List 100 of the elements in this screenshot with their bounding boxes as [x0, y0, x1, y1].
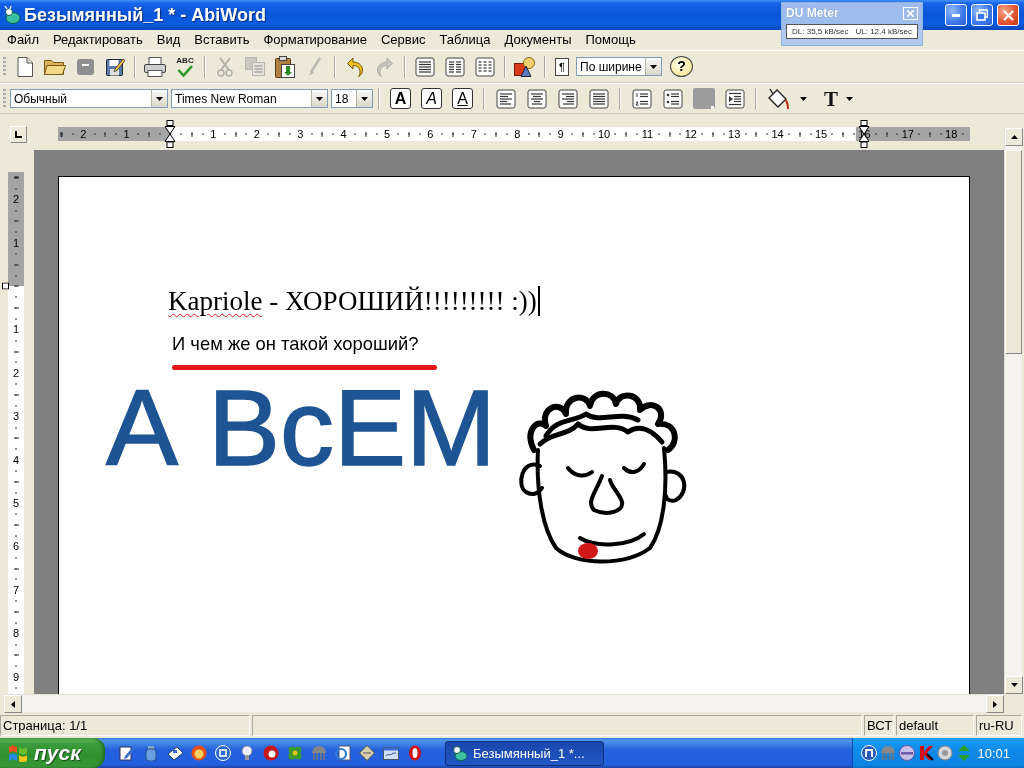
align-left-button[interactable]	[494, 86, 517, 111]
menu-item[interactable]: Вид	[149, 31, 188, 49]
dropdown-button[interactable]	[311, 90, 327, 107]
ruler-number: 1	[121, 127, 132, 141]
bulleted-list-icon	[662, 88, 683, 109]
ruler-number: 8	[512, 127, 523, 141]
page-status: Страница: 1/1	[0, 715, 250, 736]
ruler-number: 4	[338, 127, 349, 141]
quick-launch-button[interactable]	[334, 744, 351, 762]
ruler-number: 3	[295, 127, 306, 141]
two-columns-icon	[445, 56, 465, 77]
dropdown-button[interactable]	[645, 58, 661, 75]
ruler-number: 5	[381, 127, 393, 141]
insert-image-button[interactable]	[513, 54, 537, 79]
bold-button[interactable]: A	[390, 88, 411, 109]
tile-icon	[76, 58, 94, 75]
angled-mark-icon	[918, 745, 934, 761]
document-question: И чем же он такой хороший?	[172, 333, 420, 355]
insert-mode-status: ВСТ	[864, 715, 894, 736]
scroll-thumb[interactable]	[1005, 150, 1022, 354]
increase-indent-button[interactable]	[723, 86, 746, 111]
ruler-number: 13	[726, 127, 743, 141]
align-right-button[interactable]	[556, 86, 579, 111]
menu-item[interactable]: Форматирование	[256, 31, 374, 49]
widget-title: DU Meter	[786, 6, 839, 20]
three-columns-button[interactable]	[473, 54, 497, 79]
scissors-icon	[217, 56, 233, 77]
menu-item[interactable]: Вставить	[187, 31, 257, 49]
paste-button[interactable]	[273, 54, 297, 79]
diamond-icon	[358, 745, 375, 761]
tab-stop-button[interactable]	[10, 125, 27, 143]
quick-launch-button[interactable]	[238, 744, 255, 762]
paint-bucket-icon	[766, 87, 791, 110]
tab-stop-icon	[15, 130, 22, 138]
one-column-button[interactable]	[413, 54, 437, 79]
ruler-number: 15	[812, 127, 830, 141]
menu-item[interactable]: Документы	[497, 31, 579, 49]
horizontal-scrollbar[interactable]	[4, 694, 1004, 712]
quick-launch-button[interactable]	[262, 744, 279, 762]
dropdown-button[interactable]	[356, 90, 372, 107]
quick-launch-button[interactable]	[166, 744, 183, 762]
spellcheck-button[interactable]: ABC	[173, 54, 197, 79]
numbered-list-icon	[631, 88, 652, 109]
quick-launch-button[interactable]	[382, 744, 399, 762]
ruler-number: 14	[769, 127, 786, 141]
circle-icon	[861, 745, 877, 761]
menu-item[interactable]: Файл	[0, 31, 46, 49]
text-color-button[interactable]: T	[821, 86, 841, 111]
one-column-icon	[415, 56, 435, 77]
justify-button[interactable]	[587, 86, 610, 111]
quick-launch-button[interactable]	[118, 744, 135, 762]
style-select[interactable]: Обычный	[10, 89, 168, 108]
scroll-up-button[interactable]	[1005, 128, 1023, 146]
menu-item[interactable]: Помощь	[578, 31, 643, 49]
two-columns-button[interactable]	[443, 54, 467, 79]
undo-arrow-icon	[347, 56, 363, 77]
grip-icon[interactable]	[3, 88, 6, 109]
flag-icon	[8, 744, 28, 762]
italic-button[interactable]: A	[421, 88, 442, 109]
ring-icon	[406, 745, 423, 761]
scroll-right-button[interactable]	[986, 695, 1004, 713]
start-button[interactable]: пуск	[0, 738, 105, 768]
menu-item[interactable]: Сервис	[374, 31, 433, 49]
underline-button[interactable]: A	[452, 88, 473, 109]
dropdown-button[interactable]	[151, 90, 167, 107]
three-columns-icon	[475, 56, 495, 77]
scroll-left-button[interactable]	[4, 695, 22, 713]
menu-item[interactable]: Таблица	[432, 31, 498, 49]
minimize-button[interactable]	[945, 4, 967, 26]
floppy-pencil-icon	[105, 57, 125, 76]
ruler-number: 12	[682, 127, 699, 141]
align-left-icon	[495, 88, 516, 109]
menu-item[interactable]: Редактировать	[45, 31, 150, 49]
show-formatting-button[interactable]: ¶	[555, 57, 569, 76]
card-icon	[166, 745, 183, 761]
close-button[interactable]	[997, 4, 1019, 26]
numbered-list-button[interactable]	[630, 86, 653, 111]
restore-button[interactable]	[971, 4, 993, 26]
align-center-icon	[526, 88, 547, 109]
restore-icon	[976, 9, 988, 21]
bulleted-list-button[interactable]	[661, 86, 684, 111]
disc-icon	[262, 745, 279, 761]
scroll-down-button[interactable]	[1005, 676, 1023, 694]
font-size-select[interactable]: 18	[331, 89, 373, 108]
fill-color-button[interactable]	[766, 86, 791, 111]
align-center-button[interactable]	[525, 86, 548, 111]
zoom-select[interactable]: По ширине	[576, 57, 662, 76]
window-title: Безымянный_1 * - AbiWord	[24, 4, 266, 26]
vertical-scrollbar[interactable]	[1004, 128, 1022, 694]
minimize-icon	[952, 13, 960, 17]
task-button[interactable]: Безымянный_1 *...	[445, 740, 604, 766]
help-button[interactable]: ?	[670, 56, 693, 77]
font-select[interactable]: Times New Roman	[171, 89, 328, 108]
print-button[interactable]	[143, 54, 167, 79]
close-icon	[907, 9, 914, 17]
quick-launch-button[interactable]	[406, 744, 423, 762]
language-status: ru-RU	[976, 715, 1022, 736]
grip-icon[interactable]	[3, 56, 6, 77]
shapes-icon	[514, 56, 536, 77]
justify-icon	[588, 88, 609, 109]
